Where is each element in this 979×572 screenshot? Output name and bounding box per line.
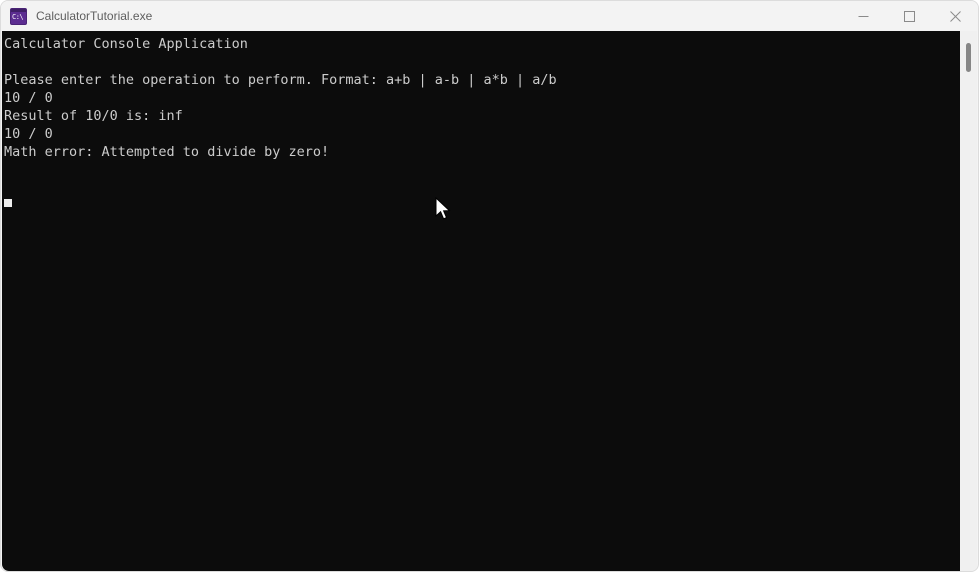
window-controls: [840, 1, 978, 31]
console-app-icon-label: C:\: [12, 12, 24, 21]
title-bar[interactable]: C:\ CalculatorTutorial.exe: [1, 1, 978, 31]
close-button[interactable]: [932, 1, 978, 31]
maximize-icon: [903, 10, 915, 22]
minimize-button[interactable]: [840, 1, 886, 31]
maximize-button[interactable]: [886, 1, 932, 31]
console-caret: [4, 199, 12, 207]
console-window: C:\ CalculatorTutorial.exe Calculator Co…: [0, 0, 979, 572]
window-title: CalculatorTutorial.exe: [36, 9, 153, 23]
console-output-area[interactable]: Calculator Console Application Please en…: [2, 31, 962, 571]
console-app-icon: C:\: [10, 7, 27, 25]
console-output-text: Calculator Console Application Please en…: [4, 36, 557, 160]
minimize-icon: [858, 15, 868, 17]
vertical-scrollbar-thumb[interactable]: [966, 43, 971, 72]
close-icon: [949, 10, 961, 22]
vertical-scrollbar[interactable]: [960, 31, 977, 571]
